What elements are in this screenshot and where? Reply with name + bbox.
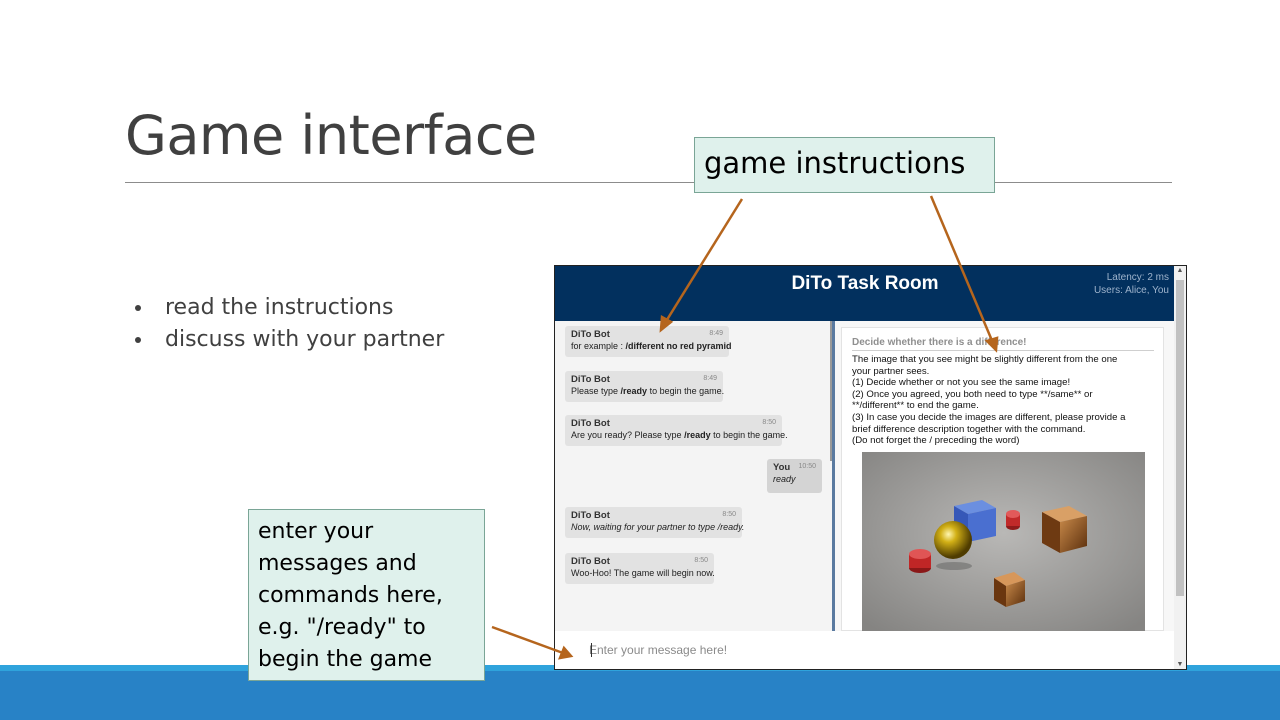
message-body: for example : /different no red pyramid (571, 341, 732, 351)
connection-info: Latency: 2 ms Users: Alice, You (1094, 271, 1169, 297)
latency-label: Latency: 2 ms (1106, 272, 1169, 283)
message-sender: DiTo Bot (571, 418, 610, 429)
message-text: Are you ready? Please type (571, 430, 685, 440)
instructions-divider (852, 350, 1154, 351)
callout-text: game instructions (704, 146, 966, 180)
instruction-line: (Do not forget the / preceding the word) (852, 435, 1020, 447)
bullet-text: discuss with your partner (165, 327, 445, 352)
message-time: 8:49 (709, 330, 723, 337)
scrollbar-thumb[interactable] (1176, 280, 1184, 596)
message-text: for example : (571, 341, 626, 351)
bullet-item: read the instructions (133, 294, 444, 326)
chat-message: DiTo Bot 8:50 Woo-Hoo! The game will beg… (565, 553, 715, 584)
instruction-line: (3) In case you decide the images are di… (852, 411, 1126, 423)
message-time: 8:50 (762, 419, 776, 426)
message-sender: DiTo Bot (571, 374, 610, 385)
chat-message: DiTo Bot 8:50 Now, waiting for your part… (565, 507, 745, 538)
chat-message: DiTo Bot 8:50 Are you ready? Please type… (565, 415, 788, 446)
arrow-to-input (491, 625, 564, 655)
message-time: 8:50 (694, 557, 708, 564)
bullet-list: read the instructions discuss with your … (133, 294, 444, 358)
callout-line: enter your (258, 519, 374, 544)
instructions-heading: Decide whether there is a difference! (852, 337, 1027, 348)
message-time: 8:49 (703, 375, 717, 382)
footer-band (0, 665, 1280, 720)
message-text: to begin the game. (647, 386, 725, 396)
instruction-line: (2) Once you agreed, you both need to ty… (852, 388, 1093, 400)
bullet-dot (135, 337, 141, 343)
chat-message: DiTo Bot 8:49 for example : /different n… (565, 326, 732, 357)
callout-line: messages and (258, 551, 417, 576)
message-body: Please type /ready to begin the game. (571, 386, 724, 396)
app-header: DiTo Task Room Latency: 2 ms Users: Alic… (555, 266, 1175, 321)
message-time: 8:50 (722, 511, 736, 518)
message-input[interactable] (589, 639, 1149, 661)
message-sender: DiTo Bot (571, 510, 610, 521)
message-text: to begin the game. (710, 430, 788, 440)
task-pane: Decide whether there is a difference! Th… (835, 321, 1175, 632)
callout-message-input: enter your messages and commands here, e… (248, 509, 485, 681)
message-command: /ready (684, 430, 711, 440)
message-sender: DiTo Bot (571, 556, 610, 567)
instruction-line: **/different** to end the game. (852, 400, 979, 412)
bullet-text: read the instructions (165, 295, 394, 320)
app-title: DiTo Task Room (791, 273, 939, 294)
text-caret (591, 643, 592, 657)
instructions-text: The image that you see might be slightly… (852, 354, 1162, 447)
scroll-down-icon[interactable]: ▼ (1174, 661, 1186, 668)
instruction-line: your partner sees. (852, 365, 930, 377)
callout-line: commands here, (258, 583, 443, 608)
dito-task-room-window: DiTo Task Room Latency: 2 ms Users: Alic… (554, 265, 1187, 670)
instruction-line: (1) Decide whether or not you see the sa… (852, 377, 1071, 389)
instruction-line: The image that you see might be slightly… (852, 354, 1118, 365)
window-scrollbar[interactable]: ▲ ▼ (1174, 266, 1186, 669)
chat-message-own: You 10:50 ready (767, 459, 822, 493)
message-body: ready (773, 474, 796, 484)
message-command: /ready (620, 386, 648, 396)
message-time: 10:50 (798, 463, 816, 470)
instruction-line: brief difference description together wi… (852, 423, 1086, 435)
callout-line: e.g. "/ready" to (258, 615, 426, 640)
scene-image (862, 452, 1145, 632)
message-command: /different no red pyramid (625, 341, 732, 351)
bullet-item: discuss with your partner (133, 326, 444, 358)
message-body: Woo-Hoo! The game will begin now. (571, 568, 715, 578)
callout-game-instructions: game instructions (694, 137, 995, 193)
instructions-card: Decide whether there is a difference! Th… (841, 327, 1164, 632)
message-body: Are you ready? Please type /ready to beg… (571, 430, 788, 440)
scroll-up-icon[interactable]: ▲ (1174, 267, 1186, 274)
title-underline (125, 182, 1172, 183)
message-body: Now, waiting for your partner to type /r… (571, 522, 745, 532)
chat-pane[interactable]: DiTo Bot 8:49 for example : /different n… (555, 321, 832, 631)
slide-title: Game interface (125, 104, 537, 167)
chat-message: DiTo Bot 8:49 Please type /ready to begi… (565, 371, 724, 402)
bullet-dot (135, 305, 141, 311)
callout-line: begin the game (258, 647, 433, 672)
message-input-bar (555, 631, 1175, 669)
message-sender: DiTo Bot (571, 329, 610, 340)
message-text: Please type (571, 386, 621, 396)
users-label: Users: Alice, You (1093, 285, 1169, 296)
